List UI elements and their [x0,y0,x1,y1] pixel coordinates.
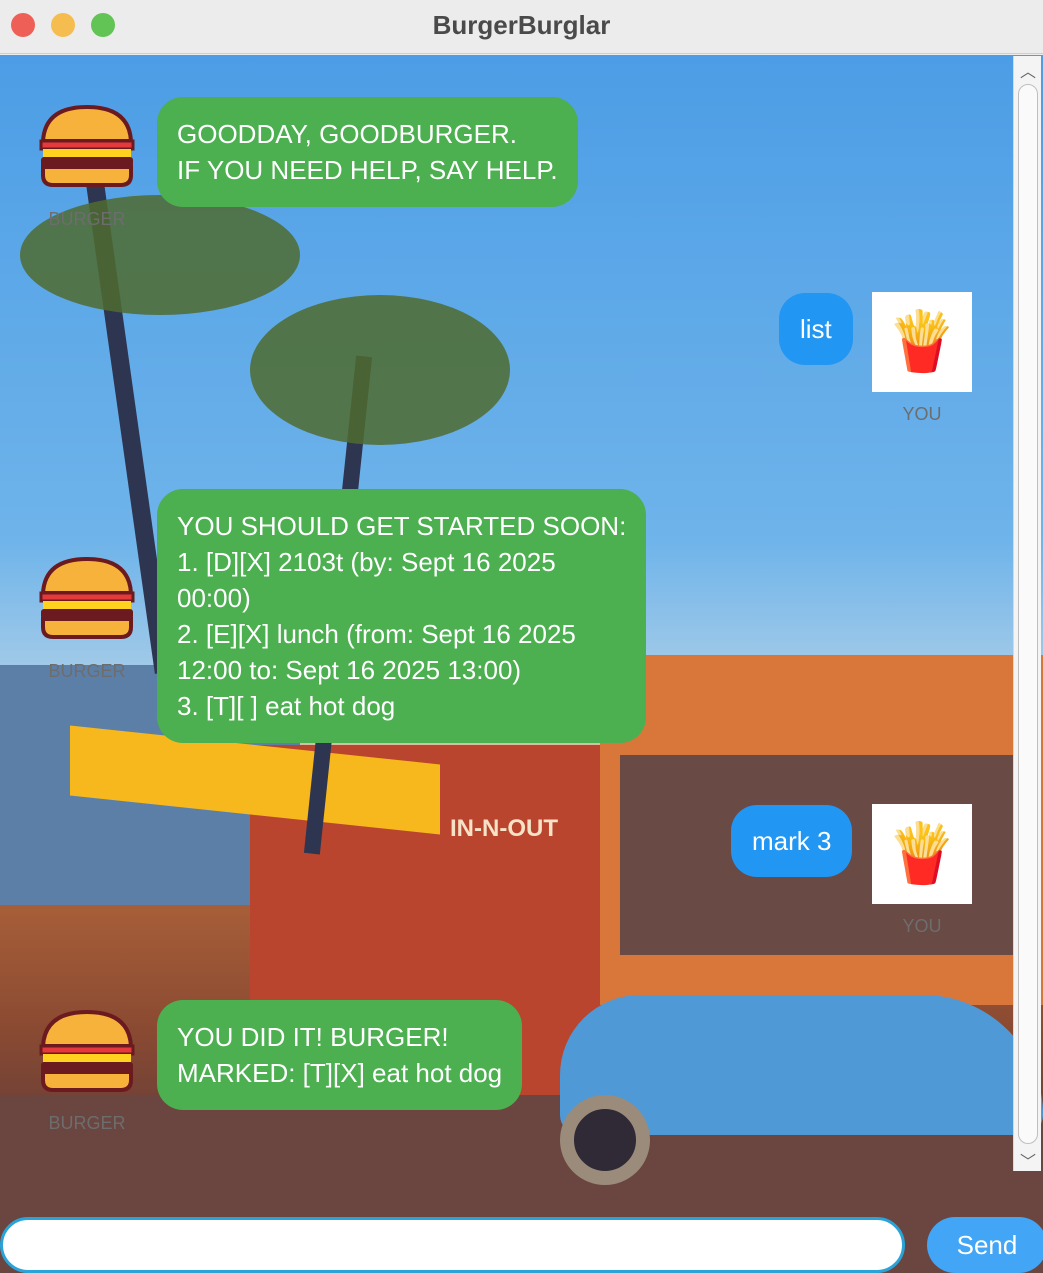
burger-avatar-icon [39,1010,135,1092]
background-palm-leaves [250,295,510,445]
vertical-scrollbar[interactable]: ︿ ﹀ [1013,56,1041,1171]
scroll-up-icon[interactable]: ︿ [1020,58,1036,82]
bot-message-bubble: YOU SHOULD GET STARTED SOON: 1. [D][X] 2… [157,489,647,743]
sender-label: BURGER [48,209,126,229]
user-message-bubble: mark 3 [731,805,853,877]
burger-avatar-icon [39,105,135,187]
background-sign: IN-N-OUT [450,815,558,842]
sender-label: BURGER [48,1113,126,1133]
fries-avatar-icon: 🍟 [872,804,972,904]
window-title: BurgerBurglar [432,10,611,40]
sender-label: BURGER [48,661,126,681]
sender-label: YOU [902,916,942,936]
fries-avatar-icon: 🍟 [872,292,972,392]
bot-message-bubble: GOODDAY, GOODBURGER. IF YOU NEED HELP, S… [157,97,578,207]
message-input[interactable] [0,1217,905,1273]
title-bar: BurgerBurglar [0,0,1043,54]
background-car-wheel [560,1095,650,1185]
user-message-bubble: list [779,293,853,365]
scrollbar-thumb[interactable] [1018,84,1038,1144]
burger-avatar-icon [39,557,135,639]
scroll-down-icon[interactable]: ﹀ [1020,1148,1036,1172]
bot-message-bubble: YOU DID IT! BURGER! MARKED: [T][X] eat h… [157,1000,523,1110]
sender-label: YOU [902,404,942,424]
send-button[interactable]: Send [927,1217,1043,1273]
